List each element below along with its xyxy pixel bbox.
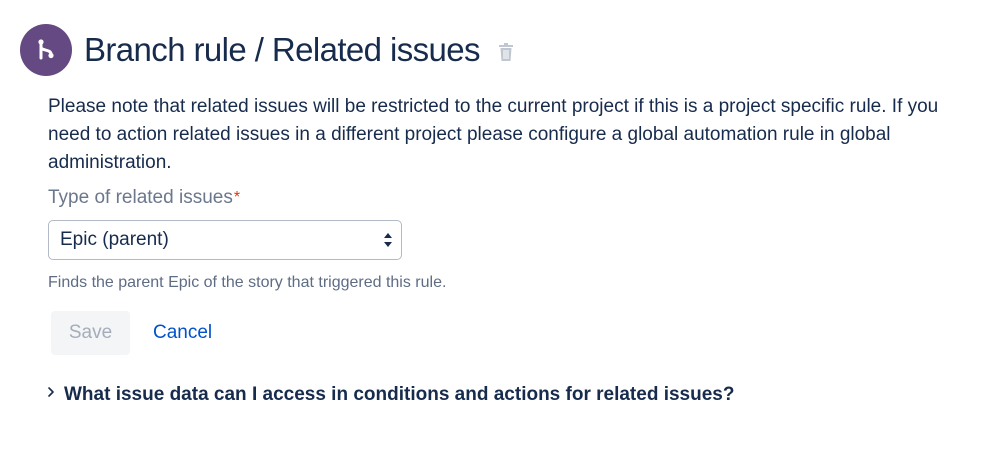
- faq-expander[interactable]: What issue data can I access in conditio…: [46, 383, 734, 407]
- page-header: Branch rule / Related issues: [20, 24, 514, 76]
- chevron-right-icon: [48, 387, 54, 397]
- type-label-text: Type of related issues: [48, 187, 233, 208]
- branch-icon: [20, 24, 72, 76]
- type-field-label: Type of related issues*: [48, 186, 240, 210]
- select-arrows-icon: [384, 233, 392, 247]
- save-button[interactable]: Save: [51, 311, 130, 355]
- required-marker: *: [233, 189, 241, 206]
- restriction-note: Please note that related issues will be …: [48, 96, 939, 173]
- helper-text: Finds the parent Epic of the story that …: [48, 274, 447, 291]
- select-value: Epic (parent): [60, 229, 169, 250]
- page-title: Branch rule / Related issues: [84, 31, 481, 68]
- cancel-link[interactable]: Cancel: [153, 321, 212, 345]
- faq-question: What issue data can I access in conditio…: [64, 384, 735, 405]
- related-issue-type-select[interactable]: Epic (parent): [48, 220, 402, 260]
- trash-icon[interactable]: [498, 42, 514, 62]
